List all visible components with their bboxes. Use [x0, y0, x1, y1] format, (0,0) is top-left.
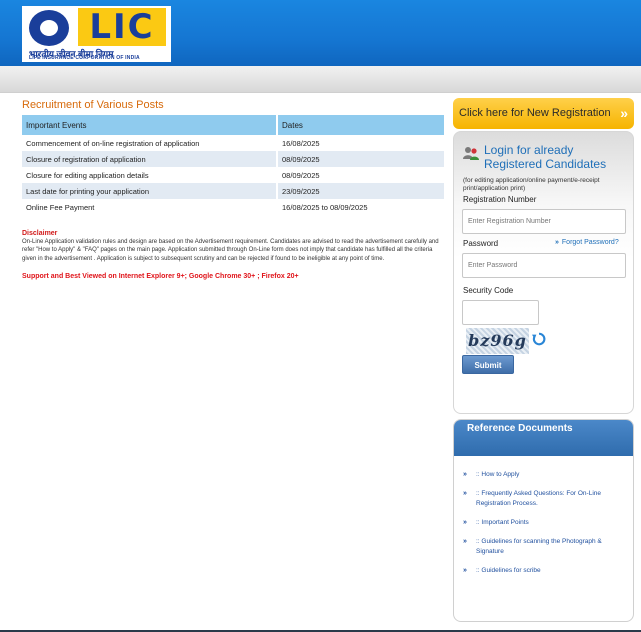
date-cell: 08/09/2025	[277, 167, 446, 183]
event-cell: Closure of registration of application	[22, 151, 278, 167]
disclaimer-text: On-Line Application validation rules and…	[22, 239, 439, 262]
security-code-label: Security Code	[463, 286, 514, 295]
double-chevron-icon: »	[555, 239, 559, 246]
reference-documents-title: Reference Documents	[454, 420, 633, 456]
captcha-image: bz96g	[466, 328, 529, 354]
reference-link-label: :: Guidelines for scanning the Photograp…	[476, 538, 602, 555]
date-cell: 08/09/2025	[277, 151, 446, 167]
registration-number-label: Registration Number	[463, 195, 537, 204]
page-title: Recruitment of Various Posts	[22, 99, 164, 111]
date-cell: 23/09/2025	[277, 183, 446, 199]
event-cell: Commencement of on-line registration of …	[22, 135, 278, 151]
table-header-events: Important Events	[22, 115, 278, 135]
login-note: (for editing application/online payment/…	[463, 177, 600, 192]
table-row: Commencement of on-line registration of …	[22, 135, 446, 151]
reference-link-label: :: Guidelines for scribe	[476, 567, 541, 574]
nav-bar	[0, 66, 641, 93]
forgot-password-label: Forgot Password?	[561, 239, 619, 246]
logo-subtitle: LIFE INSURANCE CORPORATION OF INDIA	[29, 55, 140, 61]
table-row: Online Fee Payment 16/08/2025 to 08/09/2…	[22, 199, 446, 216]
new-registration-label: Click here for New Registration	[459, 107, 611, 119]
lic-emblem-icon	[29, 10, 69, 46]
reference-link-faq[interactable]: »:: Frequently Asked Questions: For On-L…	[463, 489, 625, 509]
submit-button[interactable]: Submit	[462, 355, 514, 374]
reference-documents-panel: Reference Documents »:: How to Apply »::…	[453, 419, 634, 622]
table-row: Closure for editing application details …	[22, 167, 446, 183]
double-chevron-icon: »	[463, 567, 467, 574]
table-row: Last date for printing your application …	[22, 183, 446, 199]
reference-link-important-points[interactable]: »:: Important Points	[463, 518, 625, 528]
reference-link-how-to-apply[interactable]: »:: How to Apply	[463, 470, 625, 480]
table-row: Closure of registration of application 0…	[22, 151, 446, 167]
event-cell: Last date for printing your application	[22, 183, 278, 199]
table-header-dates: Dates	[277, 115, 446, 135]
logo-brand-text: LIC	[78, 8, 166, 46]
password-label: Password	[463, 239, 499, 248]
chevron-right-icon: »	[620, 105, 628, 121]
date-cell: 16/08/2025 to 08/09/2025	[277, 199, 446, 216]
site-header: LIC भारतीय जीवन बीमा निगम LIFE INSURANCE…	[0, 0, 641, 66]
refresh-icon[interactable]	[532, 332, 546, 346]
reference-link-label: :: Important Points	[476, 519, 529, 526]
double-chevron-icon: »	[463, 471, 467, 478]
login-panel: Login for already Registered Candidates …	[453, 131, 634, 414]
lic-logo[interactable]: LIC भारतीय जीवन बीमा निगम LIFE INSURANCE…	[22, 6, 171, 62]
event-cell: Closure for editing application details	[22, 167, 278, 183]
double-chevron-icon: »	[463, 538, 467, 545]
new-registration-button[interactable]: Click here for New Registration »	[453, 98, 634, 129]
double-chevron-icon: »	[463, 490, 467, 497]
users-icon	[463, 147, 479, 160]
reference-link-scribe-guidelines[interactable]: »:: Guidelines for scribe	[463, 566, 625, 576]
main-content: Recruitment of Various Posts Important E…	[22, 98, 446, 280]
date-cell: 16/08/2025	[277, 135, 446, 151]
important-events-table: Important Events Dates Commencement of o…	[22, 115, 446, 216]
reference-documents-list: »:: How to Apply »:: Frequently Asked Qu…	[454, 456, 633, 576]
security-code-input[interactable]	[462, 300, 539, 325]
password-input[interactable]: Enter Password	[462, 253, 626, 278]
disclaimer-title: Disclaimer	[22, 230, 58, 237]
reference-link-label: :: How to Apply	[476, 471, 520, 478]
event-cell: Online Fee Payment	[22, 199, 278, 216]
registration-number-input[interactable]: Enter Registration Number	[462, 209, 626, 234]
double-chevron-icon: »	[463, 519, 467, 526]
reference-link-scanning-guidelines[interactable]: »:: Guidelines for scanning the Photogra…	[463, 537, 625, 557]
reference-link-label: :: Frequently Asked Questions: For On-Li…	[476, 490, 602, 507]
forgot-password-link[interactable]: » Forgot Password?	[555, 239, 619, 246]
login-title: Login for already Registered Candidates	[484, 143, 607, 171]
browser-support-note: Support and Best Viewed on Internet Expl…	[22, 273, 299, 281]
